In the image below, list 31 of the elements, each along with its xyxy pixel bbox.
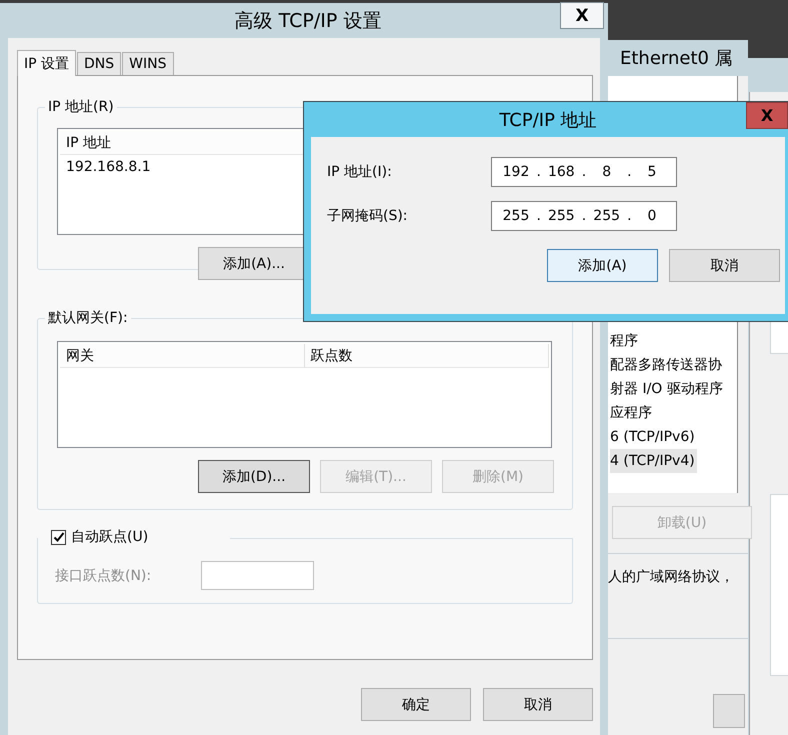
dialog-title: TCP/IP 地址: [499, 108, 597, 132]
tab[interactable]: DNS: [77, 52, 122, 75]
list-item[interactable]: 4 (TCP/IPv4): [610, 449, 697, 473]
field-label: 子网掩码(S):: [327, 207, 409, 225]
group-label: IP 地址(R): [45, 98, 117, 116]
ip-address-field[interactable]: 192 . 168 . 8 . 5: [491, 157, 677, 187]
field-label: 接口跃点数(N):: [55, 566, 152, 584]
close-button[interactable]: X: [746, 102, 788, 129]
description-text: 人的广域网络协议，: [608, 568, 735, 587]
column-header: 跃点数: [304, 344, 549, 368]
list-item[interactable]: 应程序: [610, 401, 654, 425]
list-row[interactable]: 192.168.8.1: [60, 155, 155, 179]
checkbox-label: 自动跃点(U): [71, 528, 148, 547]
list-item[interactable]: 配器多路传送器协: [610, 353, 724, 377]
list-item[interactable]: 程序: [610, 329, 640, 353]
field-label: IP 地址(I):: [327, 163, 393, 181]
dialog-button[interactable]: 取消: [669, 249, 780, 282]
dialog-button[interactable]: 确定: [361, 688, 471, 721]
list-item[interactable]: 6 (TCP/IPv6): [610, 425, 697, 449]
column-header: 网关: [60, 344, 304, 368]
close-button[interactable]: X: [560, 2, 604, 29]
dialog-button[interactable]: 添加(A): [547, 249, 658, 282]
tab[interactable]: WINS: [122, 52, 174, 75]
ip-address-field[interactable]: 255 . 255 . 255 . 0: [491, 201, 677, 231]
tab[interactable]: IP 设置: [17, 50, 76, 76]
window-title: 高级 TCP/IP 设置: [234, 8, 382, 34]
list-item[interactable]: 射器 I/O 驱动程序: [610, 377, 725, 401]
dialog-button[interactable]: 取消: [483, 688, 593, 721]
group-label: 默认网关(F):: [45, 309, 131, 327]
window-title: Ethernet0 属: [619, 47, 734, 71]
action-button[interactable]: 添加(D)...: [198, 460, 310, 493]
